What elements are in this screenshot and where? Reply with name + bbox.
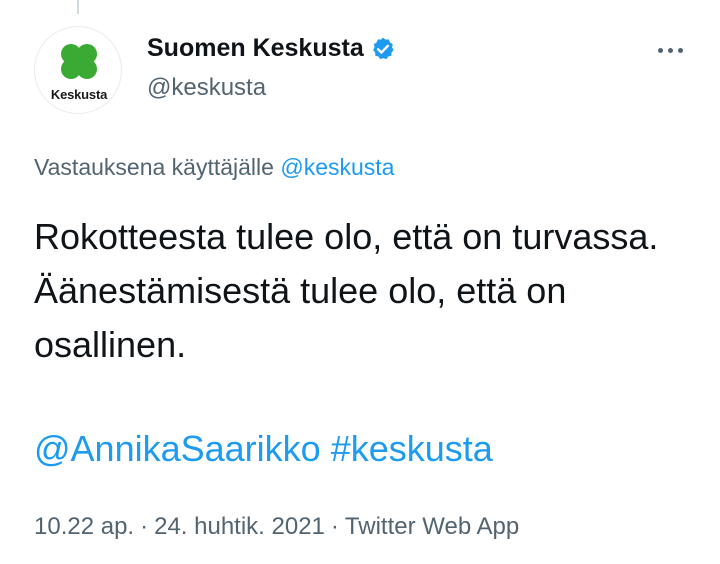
more-options-icon	[677, 47, 683, 53]
tweet-text: Rokotteesta tulee olo, että on turvassa.…	[34, 216, 659, 365]
hashtag-link[interactable]: #keskusta	[331, 428, 493, 469]
author-row: Suomen Keskusta	[147, 34, 396, 63]
verified-badge-icon	[370, 36, 396, 62]
reply-context-mention-link[interactable]: @keskusta	[280, 154, 394, 180]
tweet-date-link[interactable]: 24. huhtik. 2021	[154, 513, 325, 540]
tweet-links: @AnnikaSaarikko #keskusta	[34, 428, 493, 470]
mention-link[interactable]: @AnnikaSaarikko	[34, 428, 321, 469]
author-handle[interactable]: @keskusta	[147, 74, 266, 102]
more-options-icon	[667, 47, 673, 53]
thread-connector-line	[77, 0, 79, 14]
tweet-meta: 10.22 ap. · 24. huhtik. 2021 · Twitter Web A…	[34, 513, 519, 541]
more-options-icon	[657, 47, 663, 53]
meta-separator: ·	[140, 513, 149, 540]
meta-separator: ·	[330, 513, 339, 540]
tweet-time-link[interactable]: 10.22 ap.	[34, 513, 134, 540]
avatar[interactable]: Keskusta	[34, 26, 122, 114]
reply-context-prefix: Vastauksena käyttäjälle	[34, 154, 274, 180]
tweet-source-link[interactable]: Twitter Web App	[345, 513, 519, 540]
reply-context: Vastauksena käyttäjälle @keskusta	[34, 154, 394, 181]
display-name[interactable]: Suomen Keskusta	[147, 34, 364, 63]
avatar-logo-text: Keskusta	[50, 87, 108, 102]
more-options-button[interactable]	[650, 38, 690, 62]
